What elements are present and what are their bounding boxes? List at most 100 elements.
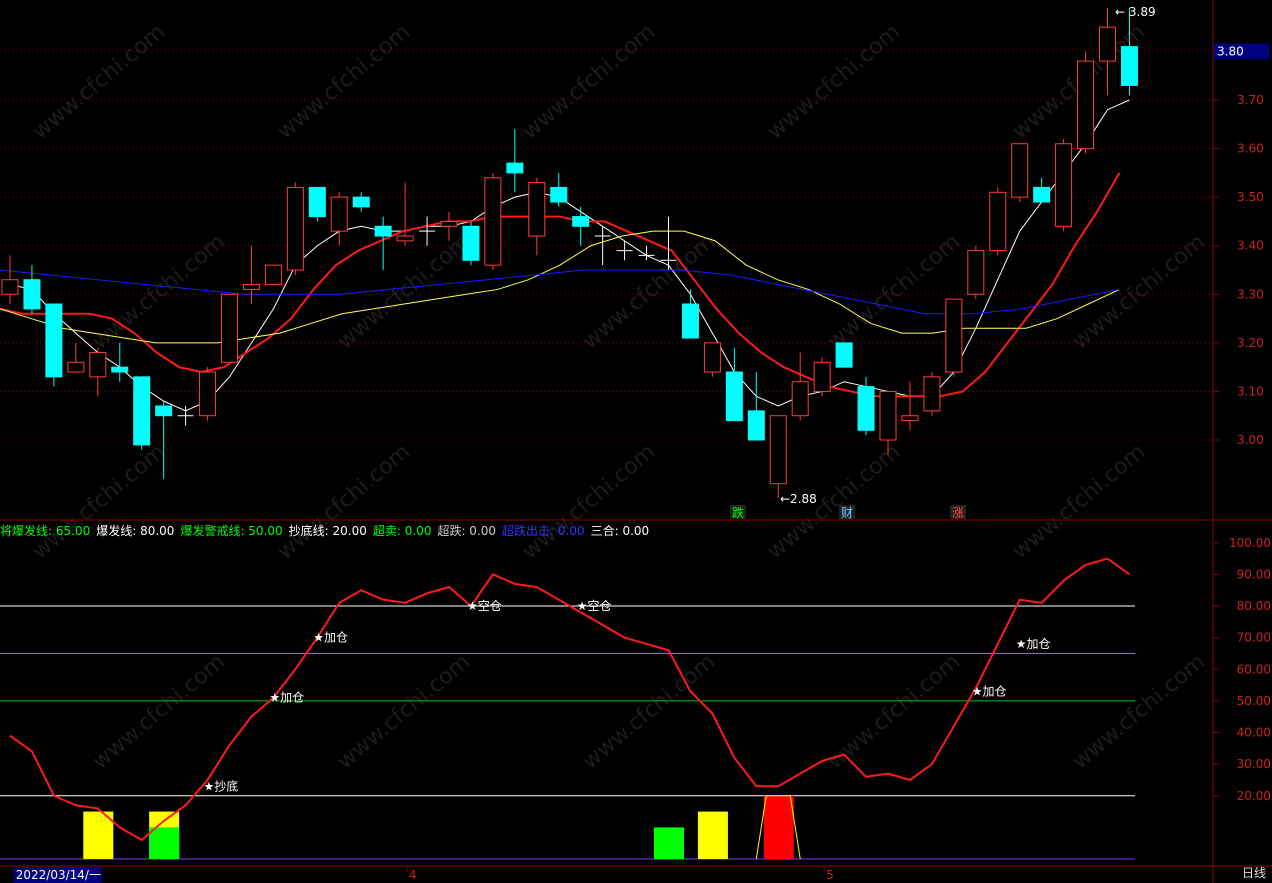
candle-body [550, 186, 568, 203]
candle-body [133, 376, 151, 446]
legend-item: 超跌: 0.00 [437, 524, 497, 538]
watermark-text: www.cfchi.com [518, 439, 660, 564]
candle-body [330, 196, 348, 232]
y-tick-label: 3.70 [1237, 93, 1264, 107]
y-tick-label: 3.50 [1237, 190, 1264, 204]
watermark-text: www.cfchi.com [28, 19, 170, 144]
candle-body [308, 186, 326, 218]
y-tick-label: 60.00 [1237, 662, 1271, 676]
candle-body [23, 279, 41, 310]
candle-body [681, 303, 699, 339]
x-tick-label: 4 [409, 868, 417, 882]
indicator-legend: 将爆发线: 65.00 爆发线: 80.00 爆发警戒线: 50.00 抄底线: 20… [0, 522, 655, 538]
signal-bar [654, 827, 684, 859]
period-tab[interactable]: 日线 [1242, 864, 1266, 881]
signal-label: 财 [841, 506, 853, 520]
y-tick-label: 100.00 [1229, 536, 1271, 550]
y-tick-label: 3.60 [1237, 142, 1264, 156]
watermark-text: www.cfchi.com [273, 439, 415, 564]
candle-body [747, 410, 765, 441]
candle-body [1120, 46, 1138, 86]
watermark-text: www.cfchi.com [518, 19, 660, 144]
candle-body [374, 225, 392, 237]
y-tick-label: 20.00 [1237, 789, 1271, 803]
indicator-axis: 20.00 30.00 40.00 50.00 60.00 70.00 80.00 90.00… [1213, 536, 1271, 803]
low-price-label: ←2.88 [780, 492, 817, 506]
signal-label: 涨 [952, 505, 964, 520]
candle-body [528, 182, 546, 237]
signal-text: ★加仓 [1016, 637, 1051, 651]
candle-body [352, 196, 370, 208]
legend-item: 超跌出击: 0.00 [502, 524, 585, 538]
candle-body [791, 381, 809, 417]
date-cursor-label: 2022/03/14/一 [16, 868, 101, 882]
legend-item: 将爆发线: 65.00 [0, 524, 91, 538]
watermark-text: www.cfchi.com [1068, 229, 1210, 354]
legend-item: 抄底线: 20.00 [288, 524, 367, 538]
candle-body [857, 386, 875, 431]
candle-body [1077, 60, 1095, 150]
watermark-text: www.cfchi.com [1008, 439, 1150, 564]
candle-body [199, 371, 217, 417]
signal-bar [697, 811, 728, 859]
signal-text: ★加仓 [313, 631, 348, 645]
candle-body [264, 264, 282, 286]
y-tick-label: 3.10 [1237, 384, 1264, 398]
signal-text: ★加仓 [972, 684, 1007, 698]
y-tick-label: 3.00 [1237, 433, 1264, 447]
legend-item: 爆发警戒线: 50.00 [180, 524, 283, 538]
legend-item: 三合: 0.00 [590, 524, 650, 538]
candle-body [967, 250, 985, 295]
price-axis: 3.00 3.10 3.20 3.30 3.40 3.50 3.60 3.70 3.80 [1213, 43, 1269, 447]
y-tick-label: 70.00 [1237, 631, 1271, 645]
high-price-label: ← 3.89 [1115, 5, 1156, 19]
chart-canvas: www.cfchi.com www.cfchi.com www.cfchi.com w… [0, 0, 1272, 883]
candle-body [901, 415, 919, 422]
candle-body [1, 279, 19, 295]
candle-body [155, 405, 173, 417]
candle-body [703, 342, 721, 373]
candle-body [1055, 143, 1073, 227]
y-tick-label: 3.40 [1237, 239, 1264, 253]
candle-body [462, 225, 480, 261]
watermark-text: www.cfchi.com [28, 439, 170, 564]
candle-body [286, 186, 304, 271]
candle-body [242, 284, 260, 290]
candle-body [879, 390, 897, 441]
candle-body [484, 177, 502, 266]
y-tick-label: 3.20 [1237, 336, 1264, 350]
watermark-text: www.cfchi.com [1068, 649, 1210, 774]
candle-body [725, 371, 743, 422]
candle-body [989, 191, 1007, 252]
candle-body [572, 216, 590, 227]
candle-body [813, 361, 831, 392]
candle-body [945, 298, 963, 373]
legend-item: 爆发线: 80.00 [96, 524, 175, 538]
y-tick-label: 40.00 [1237, 726, 1271, 740]
candle-body [506, 162, 524, 174]
watermark-text: www.cfchi.com [88, 649, 230, 774]
watermark-text: www.cfchi.com [763, 19, 905, 144]
y-tick-label: 50.00 [1237, 694, 1271, 708]
signal-text: ★加仓 [269, 691, 304, 705]
candle-body [89, 352, 107, 378]
signal-label: 跌 [732, 505, 744, 520]
candle-body [1099, 26, 1116, 62]
watermark-text: www.cfchi.com [578, 649, 720, 774]
watermark-text: www.cfchi.com [273, 19, 415, 144]
signal-text: ★空仓 [467, 599, 502, 613]
y-tick-label: 90.00 [1237, 567, 1271, 581]
candle-body [835, 342, 853, 368]
watermark-text: www.cfchi.com [823, 229, 965, 354]
watermark-text: www.cfchi.com [333, 229, 475, 354]
watermark-text: www.cfchi.com [333, 649, 475, 774]
signal-bar [763, 795, 794, 859]
candle-body [45, 303, 63, 378]
candle-body [111, 366, 129, 373]
candle-body [440, 220, 458, 227]
date-axis: 2022/03/14/一 4 5 [13, 866, 834, 883]
candle-body [396, 235, 414, 242]
y-tick-label: 30.00 [1237, 757, 1271, 771]
candle-body [923, 376, 941, 412]
signal-text: ★抄底 [204, 778, 239, 793]
